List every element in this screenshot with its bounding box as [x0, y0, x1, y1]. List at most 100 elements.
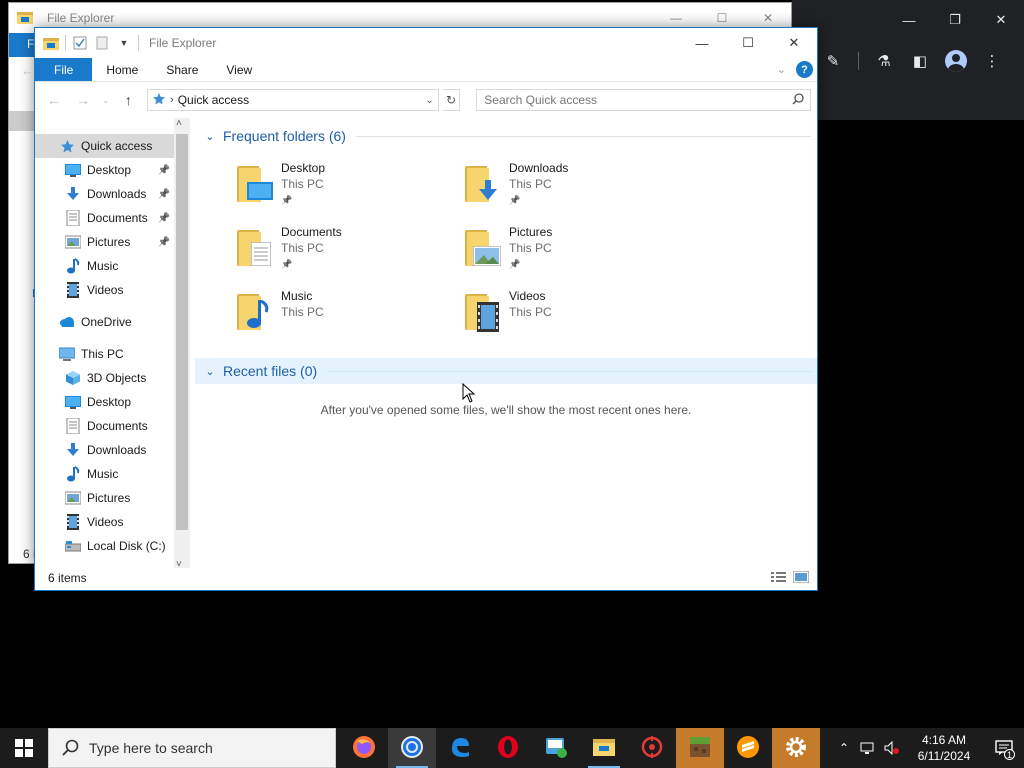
scrollbar-thumb[interactable]: [176, 134, 188, 530]
show-hidden-icons-chevron-icon[interactable]: ⌃: [832, 728, 856, 768]
nav-item[interactable]: Downloads 📌: [35, 182, 174, 206]
address-bar[interactable]: › Quick access ⌄: [147, 89, 439, 111]
browser-close-button[interactable]: ✕: [978, 6, 1024, 34]
windows-logo-icon: [15, 739, 33, 757]
details-view-icon[interactable]: [771, 570, 787, 584]
nav-item[interactable]: Documents: [35, 414, 174, 438]
side-panel-icon[interactable]: ◧: [909, 50, 931, 72]
taskbar-app-app-red[interactable]: [628, 728, 676, 768]
taskbar-app-sublime[interactable]: [724, 728, 772, 768]
folder-tile[interactable]: Downloads This PC 📌: [461, 160, 661, 218]
quick-access-star-icon: [59, 138, 75, 154]
folder-tile[interactable]: Desktop This PC 📌: [233, 160, 433, 218]
tab-share[interactable]: Share: [152, 58, 212, 81]
back-arrow-icon[interactable]: ←: [41, 89, 66, 111]
nav-item-label: Music: [87, 259, 119, 273]
nav-item[interactable]: Music: [35, 462, 174, 486]
taskbar-app-opera[interactable]: [484, 728, 532, 768]
nav-item-label: Videos: [87, 283, 124, 297]
nav-item[interactable]: Music: [35, 254, 174, 278]
navigation-scrollbar[interactable]: ˄ ˅: [174, 118, 190, 570]
nav-item-label: 3D Objects: [87, 371, 147, 385]
search-input[interactable]: Search Quick access: [476, 89, 812, 111]
nav-item[interactable]: Pictures: [35, 486, 174, 510]
file-explorer-window[interactable]: ▼ File Explorer — ☐ ✕ File Home Share Vi…: [34, 27, 818, 591]
maximize-button[interactable]: ☐: [725, 28, 771, 58]
close-button[interactable]: ✕: [771, 28, 817, 58]
taskbar-search-box[interactable]: Type here to search: [48, 728, 336, 768]
taskbar-app-minecraft[interactable]: [676, 728, 724, 768]
taskbar-app-settings-gear[interactable]: [772, 728, 820, 768]
nav-item[interactable]: Local Disk (C:): [35, 534, 174, 558]
nav-item[interactable]: Videos: [35, 510, 174, 534]
pin-icon: 📌: [509, 195, 521, 205]
folder-tile[interactable]: Music This PC: [233, 288, 433, 346]
collapse-chevron-icon[interactable]: ⌄: [201, 365, 219, 378]
nav-item-label: Music: [87, 467, 119, 481]
forward-arrow-icon[interactable]: →: [70, 89, 95, 111]
frequent-folders-header[interactable]: ⌄ Frequent folders (6): [195, 123, 817, 149]
browser-minimize-button[interactable]: —: [886, 6, 932, 34]
help-icon[interactable]: ?: [796, 61, 813, 78]
folder-tile[interactable]: Videos This PC: [461, 288, 661, 346]
opera-icon: [496, 735, 520, 762]
recent-locations-chevron-icon[interactable]: ⌄: [100, 89, 112, 111]
music-note-icon: [65, 258, 81, 274]
nav-item[interactable]: Documents 📌: [35, 206, 174, 230]
title-bar[interactable]: ▼ File Explorer — ☐ ✕: [35, 28, 817, 58]
customize-qat-chevron-icon[interactable]: ▼: [116, 35, 132, 51]
nav-item[interactable]: OneDrive: [35, 310, 174, 334]
desktop-icon: [65, 394, 81, 410]
folder-name: Documents: [281, 225, 342, 239]
refresh-icon[interactable]: ↻: [442, 89, 461, 111]
collapse-chevron-icon[interactable]: ⌄: [201, 130, 219, 143]
nav-item[interactable]: Videos: [35, 278, 174, 302]
breadcrumb-quick-access[interactable]: Quick access: [178, 93, 249, 107]
clock[interactable]: 4:16 AM 6/11/2024: [904, 732, 984, 764]
recent-files-header[interactable]: ⌄ Recent files (0): [195, 358, 817, 384]
taskbar-app-file-explorer[interactable]: [580, 728, 628, 768]
expand-ribbon-chevron-icon[interactable]: ⌄: [777, 63, 786, 76]
profile-avatar-icon[interactable]: [945, 50, 967, 72]
large-icons-view-icon[interactable]: [793, 570, 809, 584]
nav-item[interactable]: Quick access: [35, 134, 174, 158]
properties-check-icon[interactable]: [72, 35, 88, 51]
minimize-button[interactable]: —: [679, 28, 725, 58]
navigation-pane[interactable]: Quick access Desktop 📌 Downloads 📌 Documents 📌…: [35, 118, 191, 568]
document-icon: [65, 418, 81, 434]
browser-menu-icon[interactable]: ⋮: [981, 50, 1003, 72]
browser-restore-button[interactable]: ❐: [932, 6, 978, 34]
nav-item-label: Pictures: [87, 235, 131, 249]
nav-item[interactable]: 3D Objects: [35, 366, 174, 390]
scroll-up-chevron-icon[interactable]: ˄: [176, 118, 182, 129]
nav-item-label: Pictures: [87, 491, 131, 505]
taskbar-app-firefox[interactable]: [340, 728, 388, 768]
group-divider: [355, 135, 811, 137]
labs-flask-icon[interactable]: ⚗: [873, 50, 895, 72]
content-pane[interactable]: ⌄ Frequent folders (6) Desktop This PC 📌 Do…: [195, 118, 817, 568]
new-folder-icon[interactable]: [94, 35, 110, 51]
nav-item[interactable]: Desktop: [35, 390, 174, 414]
recent-files-empty-message: After you've opened some files, we'll sh…: [320, 403, 692, 417]
nav-item[interactable]: Downloads: [35, 438, 174, 462]
start-button[interactable]: [0, 728, 48, 768]
taskbar-app-chrome[interactable]: [388, 728, 436, 768]
tab-home[interactable]: Home: [92, 58, 152, 81]
action-center-button[interactable]: 1: [984, 728, 1024, 768]
tab-view[interactable]: View: [212, 58, 266, 81]
network-icon[interactable]: [856, 728, 880, 768]
address-dropdown-chevron-icon[interactable]: ⌄: [425, 95, 433, 106]
music-folder-icon: [233, 288, 277, 332]
tab-file[interactable]: File: [35, 58, 93, 81]
taskbar-app-edge-legacy[interactable]: [436, 728, 484, 768]
volume-muted-icon[interactable]: [880, 728, 904, 768]
nav-item[interactable]: This PC: [35, 342, 174, 366]
up-arrow-icon[interactable]: ↑: [116, 89, 141, 111]
taskbar-app-teamviewer[interactable]: [532, 728, 580, 768]
toolbar-divider: [858, 52, 859, 70]
nav-item[interactable]: Pictures 📌: [35, 230, 174, 254]
folder-tile[interactable]: Pictures This PC 📌: [461, 224, 661, 282]
folder-tile[interactable]: Documents This PC 📌: [233, 224, 433, 282]
nav-item[interactable]: Desktop 📌: [35, 158, 174, 182]
extensions-puzzle-icon[interactable]: ✎: [822, 50, 844, 72]
